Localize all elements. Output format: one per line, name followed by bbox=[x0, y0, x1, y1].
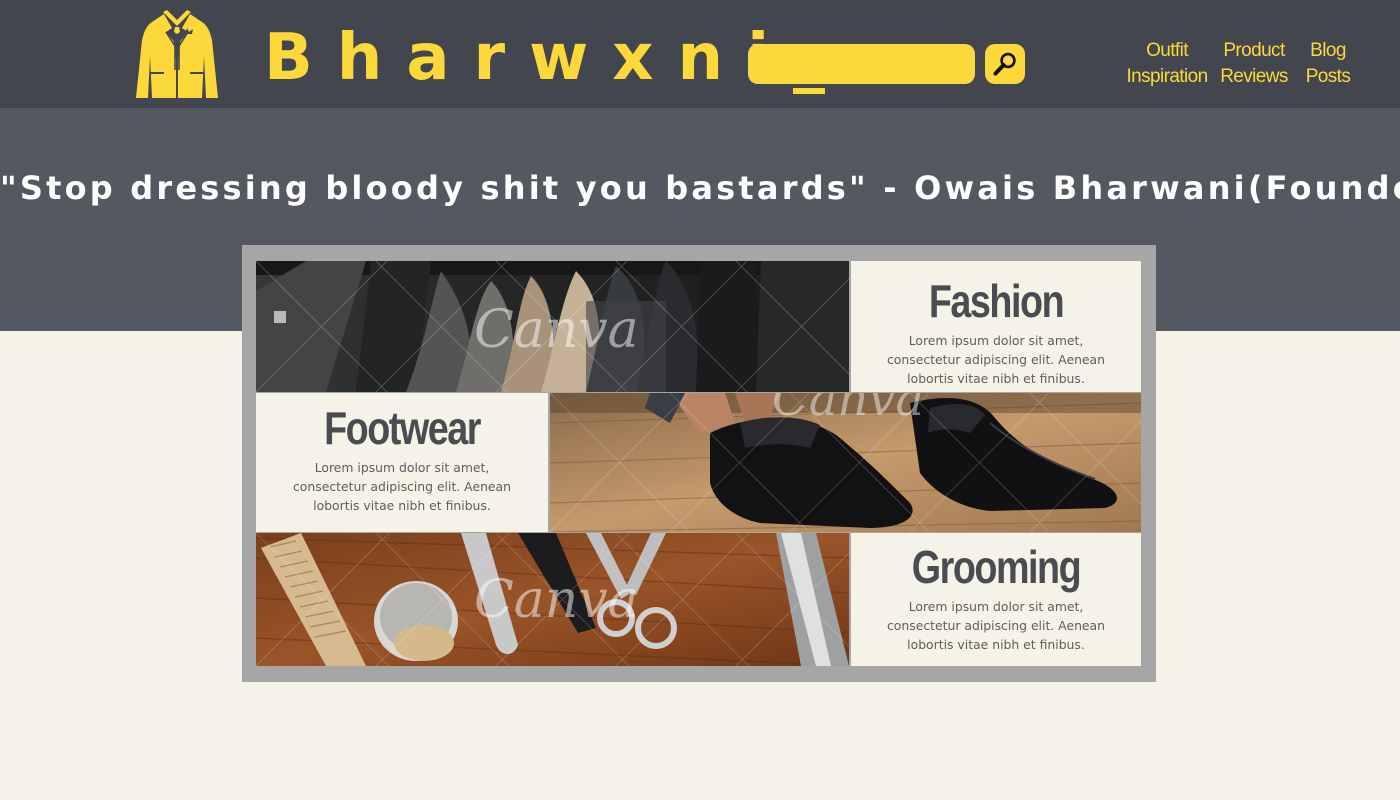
canva-watermark: Canva bbox=[772, 393, 924, 427]
nav-label: Product bbox=[1223, 40, 1285, 61]
leather-shoes-photo[interactable]: Canva bbox=[550, 393, 1141, 532]
nav-product-reviews[interactable]: Product Reviews bbox=[1218, 38, 1290, 90]
canva-watermark: Canva bbox=[474, 570, 639, 630]
card-title: Grooming bbox=[911, 541, 1082, 593]
nav-blog-posts[interactable]: Blog Posts bbox=[1300, 38, 1356, 90]
nav-label: Reviews bbox=[1220, 66, 1288, 87]
search-button[interactable] bbox=[985, 44, 1025, 84]
category-panel: Canva Fashion Lorem ipsum dolor sit amet… bbox=[242, 245, 1156, 682]
site-header: Bharwxni_ Outfit Inspiration Product Rev… bbox=[0, 0, 1400, 108]
jacket-icon[interactable] bbox=[136, 10, 218, 100]
nav-label: Inspiration bbox=[1126, 66, 1208, 87]
search-input[interactable] bbox=[748, 44, 975, 84]
category-card-footwear[interactable]: Footwear Lorem ipsum dolor sit amet, con… bbox=[256, 393, 548, 532]
magnifier-icon bbox=[993, 52, 1016, 76]
clothes-rack-photo[interactable]: Canva bbox=[256, 261, 849, 392]
nav-label: Posts bbox=[1305, 66, 1351, 87]
nav-outfit-inspiration[interactable]: Outfit Inspiration bbox=[1124, 38, 1210, 90]
nav-label: Outfit bbox=[1146, 40, 1188, 61]
card-description: Lorem ipsum dolor sit amet, consectetur … bbox=[293, 460, 511, 513]
card-title: Footwear bbox=[324, 402, 481, 454]
category-card-fashion[interactable]: Fashion Lorem ipsum dolor sit amet, cons… bbox=[851, 261, 1141, 392]
canva-watermark: Canva bbox=[474, 300, 639, 360]
card-description: Lorem ipsum dolor sit amet, consectetur … bbox=[887, 333, 1105, 386]
founder-quote: "Stop dressing bloody shit you bastards"… bbox=[0, 169, 1400, 207]
nav-label: Blog bbox=[1310, 40, 1346, 61]
category-card-grooming[interactable]: Grooming Lorem ipsum dolor sit amet, con… bbox=[851, 533, 1141, 666]
card-title: Fashion bbox=[928, 275, 1065, 327]
grooming-tools-photo[interactable]: Canva bbox=[256, 533, 849, 666]
card-description: Lorem ipsum dolor sit amet, consectetur … bbox=[887, 599, 1105, 652]
